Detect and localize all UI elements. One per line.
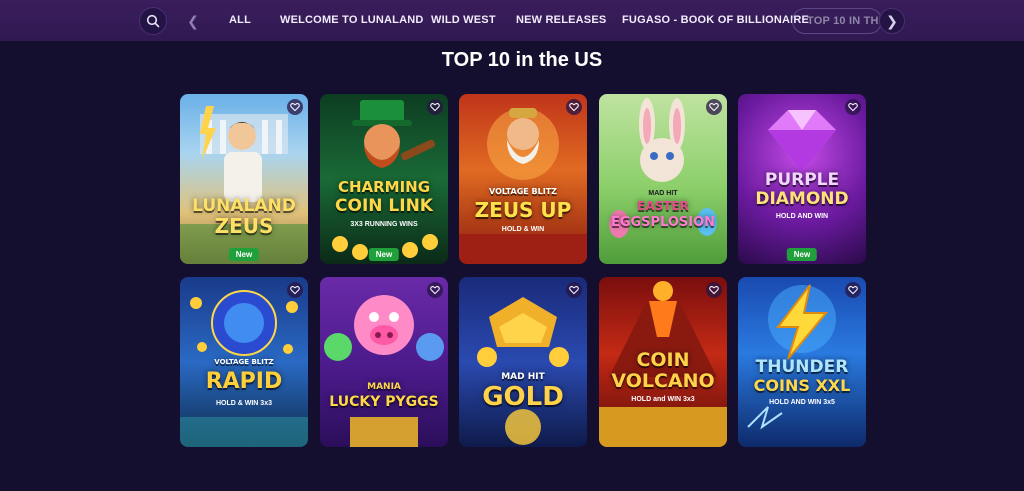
favorite-button[interactable] xyxy=(706,282,722,298)
game-title-line2: COIN LINK xyxy=(335,196,433,216)
game-card-thunder-coins-xxl[interactable]: THUNDER COINS XXL HOLD AND WIN 3x5 xyxy=(738,277,866,447)
new-badge: New xyxy=(786,248,818,261)
scroll-left-button[interactable]: ❮ xyxy=(180,8,206,34)
search-icon xyxy=(146,14,160,28)
favorite-button[interactable] xyxy=(845,282,861,298)
game-title-line1: VOLTAGE BLITZ xyxy=(214,358,274,366)
game-thumbnail xyxy=(324,295,444,447)
heart-icon xyxy=(290,103,300,112)
game-title-line2: RAPID xyxy=(205,369,283,394)
game-title-line1: VOLTAGE BLITZ xyxy=(489,187,557,196)
game-title-line1: MAD HIT xyxy=(501,372,545,382)
chevron-left-icon: ❮ xyxy=(187,12,199,29)
game-title-line2: GOLD xyxy=(482,382,564,412)
game-subtitle: HOLD & WIN xyxy=(501,226,545,233)
game-title-line1: MANIA xyxy=(367,382,401,392)
game-card-lunaland-zeus[interactable]: LUNALAND ZEUS New xyxy=(180,94,308,264)
favorite-button[interactable] xyxy=(287,282,303,298)
game-title-line1: EASTER xyxy=(637,199,689,213)
heart-icon xyxy=(709,103,719,112)
section-title: TOP 10 in the US xyxy=(441,49,603,71)
favorite-button[interactable] xyxy=(566,282,582,298)
heart-icon xyxy=(290,286,300,295)
new-badge: New xyxy=(228,248,260,261)
heart-icon xyxy=(569,103,579,112)
game-subtitle: HOLD and WIN 3x3 xyxy=(631,396,695,403)
heart-icon xyxy=(848,286,858,295)
game-card-easter-eggsplosion[interactable]: MAD HIT EASTER EGGSPLOSION xyxy=(599,94,727,264)
favorite-button[interactable] xyxy=(287,99,303,115)
nav-tab-top-10-us[interactable]: TOP 10 IN THE US xyxy=(792,8,882,34)
heart-icon xyxy=(848,103,858,112)
game-card-lucky-pyggs[interactable]: MANIA LUCKY PYGGS xyxy=(320,277,448,447)
game-subtitle: 3X3 RUNNING WINS xyxy=(350,221,418,228)
heart-icon xyxy=(709,286,719,295)
heart-icon xyxy=(430,286,440,295)
game-title-line2: VOLCANO xyxy=(611,370,715,392)
game-title-line1: CHARMING xyxy=(337,178,431,196)
game-title-line1: LUNALAND xyxy=(192,196,296,216)
search-button[interactable] xyxy=(139,7,167,35)
game-card-charming-coin-link[interactable]: CHARMING COIN LINK 3X3 RUNNING WINS New xyxy=(320,94,448,264)
game-subtitle: HOLD & WIN 3x3 xyxy=(215,400,272,407)
scroll-right-button[interactable]: ❯ xyxy=(879,8,905,34)
favorite-button[interactable] xyxy=(845,99,861,115)
game-card-rapid[interactable]: VOLTAGE BLITZ RAPID HOLD & WIN 3x3 xyxy=(180,277,308,447)
game-title-line2: DIAMOND xyxy=(755,189,849,209)
game-title-line1: THUNDER xyxy=(755,357,849,377)
game-thumbnail xyxy=(609,98,717,238)
game-subtitle: HOLD AND WIN 3x5 xyxy=(769,399,835,406)
favorite-button[interactable] xyxy=(566,99,582,115)
heart-icon xyxy=(430,103,440,112)
favorite-button[interactable] xyxy=(427,99,443,115)
nav-tab-new-releases[interactable]: NEW RELEASES xyxy=(516,14,606,26)
game-title-line1: COIN xyxy=(636,349,690,371)
game-thumbnail xyxy=(180,106,308,264)
game-title-line2: EGGSPLOSION xyxy=(610,215,716,230)
nav-tab-book-of-billionaire[interactable]: FUGASO - BOOK OF BILLIONAIRE xyxy=(622,14,809,26)
game-title-line2: COINS XXL xyxy=(753,376,851,395)
game-card-mad-hit-gold[interactable]: MAD HIT GOLD xyxy=(459,277,587,447)
game-thumbnail xyxy=(477,297,569,445)
game-card-coin-volcano[interactable]: COIN VOLCANO HOLD and WIN 3x3 xyxy=(599,277,727,447)
game-subtitle: MAD HIT xyxy=(648,190,678,197)
favorite-button[interactable] xyxy=(427,282,443,298)
chevron-right-icon: ❯ xyxy=(886,12,898,29)
game-subtitle: HOLD AND WIN xyxy=(775,213,829,220)
game-card-purple-diamond[interactable]: PURPLE DIAMOND HOLD AND WIN New xyxy=(738,94,866,264)
category-nav-bar: ❮ ALL WELCOME TO LUNALAND WILD WEST NEW … xyxy=(0,0,1024,41)
game-card-zeus-up[interactable]: VOLTAGE BLITZ ZEUS UP HOLD & WIN xyxy=(459,94,587,264)
game-title-line1: PURPLE xyxy=(764,170,840,190)
game-title-line2: LUCKY PYGGS xyxy=(329,394,439,410)
favorite-button[interactable] xyxy=(706,99,722,115)
game-title-line2: ZEUS UP xyxy=(474,198,572,222)
heart-icon xyxy=(569,286,579,295)
game-title-line2: ZEUS xyxy=(214,214,274,238)
game-thumbnail xyxy=(459,108,587,264)
new-badge: New xyxy=(368,248,400,261)
nav-tab-wild-west[interactable]: WILD WEST xyxy=(431,14,496,26)
nav-tab-all[interactable]: ALL xyxy=(229,14,251,26)
nav-tab-welcome-to-lunaland[interactable]: WELCOME TO LUNALAND xyxy=(280,14,424,26)
